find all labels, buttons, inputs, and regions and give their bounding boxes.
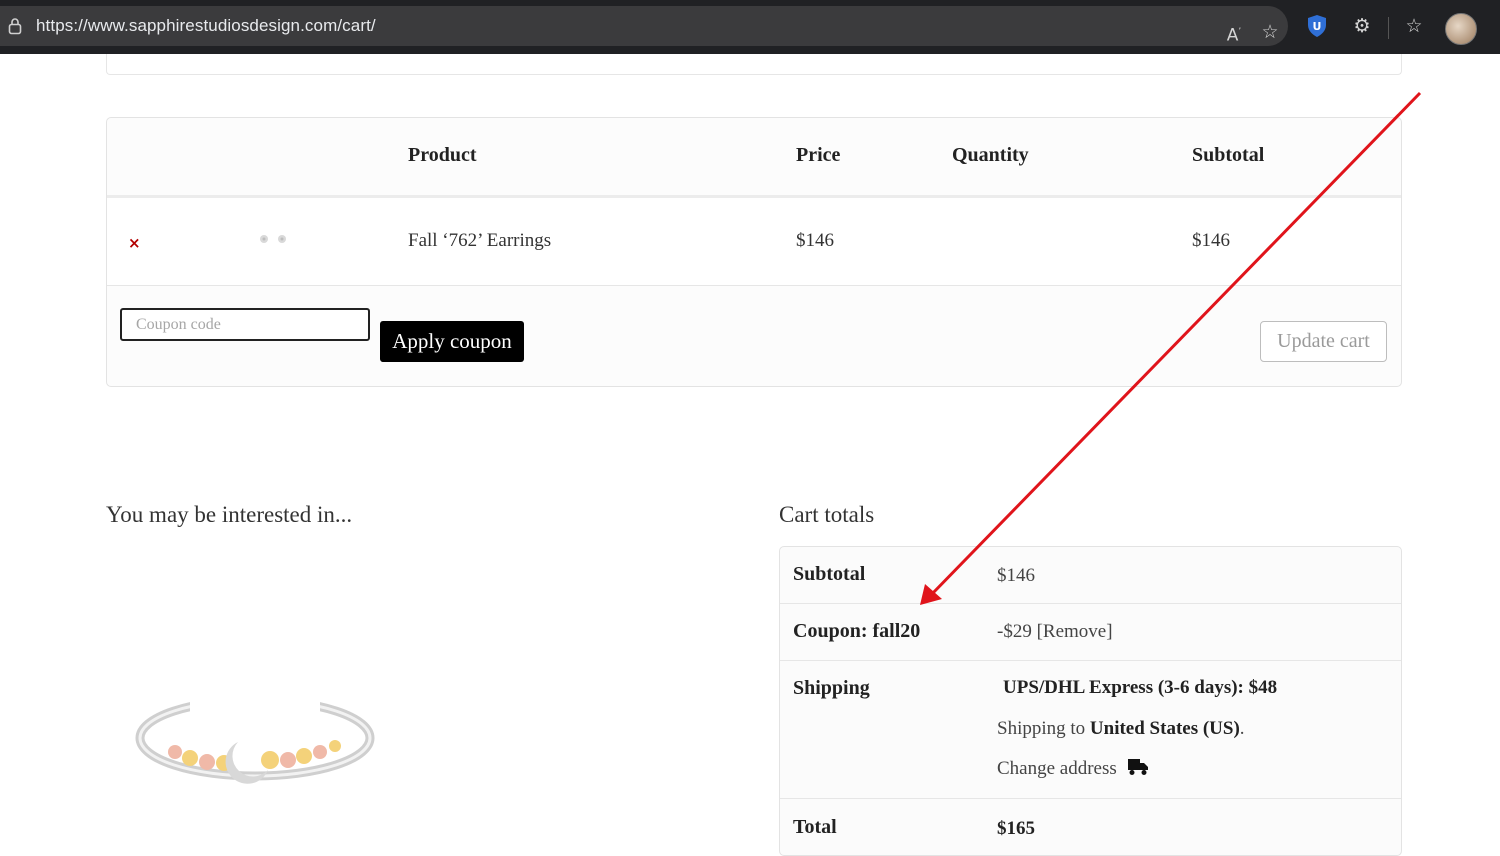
- shipping-label: Shipping: [793, 677, 870, 699]
- table-row: × Fall ‘762’ Earrings $146 $146: [107, 198, 1401, 286]
- product-subtotal: $146: [1192, 230, 1230, 251]
- product-thumbnail[interactable]: [255, 232, 295, 246]
- remove-item-button[interactable]: ×: [128, 234, 141, 252]
- totals-row-coupon: Coupon: fall20 -$29 [Remove]: [780, 604, 1401, 661]
- total-label: Total: [793, 816, 837, 838]
- change-address-link[interactable]: Change address: [997, 758, 1149, 780]
- subtotal-value: $146: [997, 565, 1035, 586]
- total-value: $165: [997, 818, 1035, 839]
- header-subtotal: Subtotal: [1192, 144, 1265, 166]
- coupon-remove-link[interactable]: -$29 [Remove]: [997, 621, 1113, 643]
- shipping-country: United States (US): [1089, 718, 1240, 739]
- lock-icon[interactable]: [8, 17, 22, 35]
- favorite-star-icon[interactable]: ☆: [1258, 20, 1282, 44]
- shipping-to-prefix: Shipping to: [997, 718, 1086, 739]
- shipping-to-suffix: .: [1239, 718, 1245, 739]
- shipping-method: UPS/DHL Express (3-6 days): $48: [1003, 677, 1278, 698]
- header-quantity: Quantity: [952, 144, 1029, 166]
- cross-sells-heading: You may be interested in...: [106, 502, 353, 527]
- bracelet-product-image[interactable]: [130, 680, 380, 800]
- coupon-code-input[interactable]: [120, 308, 370, 341]
- product-name-link[interactable]: Fall ‘762’ Earrings: [408, 230, 551, 252]
- totals-row-shipping: Shipping UPS/DHL Express (3-6 days): $48…: [780, 661, 1401, 799]
- coupon-label: Coupon: fall20: [793, 620, 921, 642]
- cart-table-header: Product Price Quantity Subtotal: [107, 118, 1401, 198]
- favorites-icon[interactable]: ☆: [1402, 14, 1426, 38]
- previous-section-edge: [106, 54, 1402, 75]
- shipping-destination: Shipping to United States (US).: [997, 718, 1245, 740]
- totals-row-subtotal: Subtotal $146: [780, 547, 1401, 604]
- cart-table: Product Price Quantity Subtotal × Fall ‘…: [106, 117, 1402, 387]
- cart-actions: Apply coupon Update cart: [107, 286, 1401, 386]
- truck-icon: [1127, 759, 1148, 775]
- apply-coupon-button[interactable]: Apply coupon: [380, 321, 524, 362]
- url-text[interactable]: https://www.sapphirestudiosdesign.com/ca…: [36, 16, 376, 36]
- change-address-text[interactable]: Change address: [997, 758, 1117, 779]
- browser-toolbar: https://www.sapphirestudiosdesign.com/ca…: [0, 0, 1500, 54]
- shield-extension-icon[interactable]: U: [1306, 14, 1328, 38]
- update-cart-button[interactable]: Update cart: [1260, 321, 1387, 362]
- profile-avatar[interactable]: [1445, 13, 1477, 45]
- svg-text:U: U: [1313, 20, 1322, 33]
- totals-row-total: Total $165: [780, 799, 1401, 854]
- cart-totals-heading: Cart totals: [779, 502, 875, 527]
- product-price: $146: [796, 230, 834, 251]
- toolbar-divider: [1388, 17, 1389, 39]
- read-aloud-icon[interactable]: Aʼ: [1222, 20, 1246, 46]
- extensions-icon[interactable]: ⚙: [1350, 14, 1374, 38]
- header-price: Price: [796, 144, 841, 166]
- cart-totals-table: Subtotal $146 Coupon: fall20 -$29 [Remov…: [779, 546, 1402, 856]
- address-bar[interactable]: https://www.sapphirestudiosdesign.com/ca…: [0, 6, 1288, 46]
- header-product: Product: [408, 144, 477, 166]
- subtotal-label: Subtotal: [793, 563, 866, 585]
